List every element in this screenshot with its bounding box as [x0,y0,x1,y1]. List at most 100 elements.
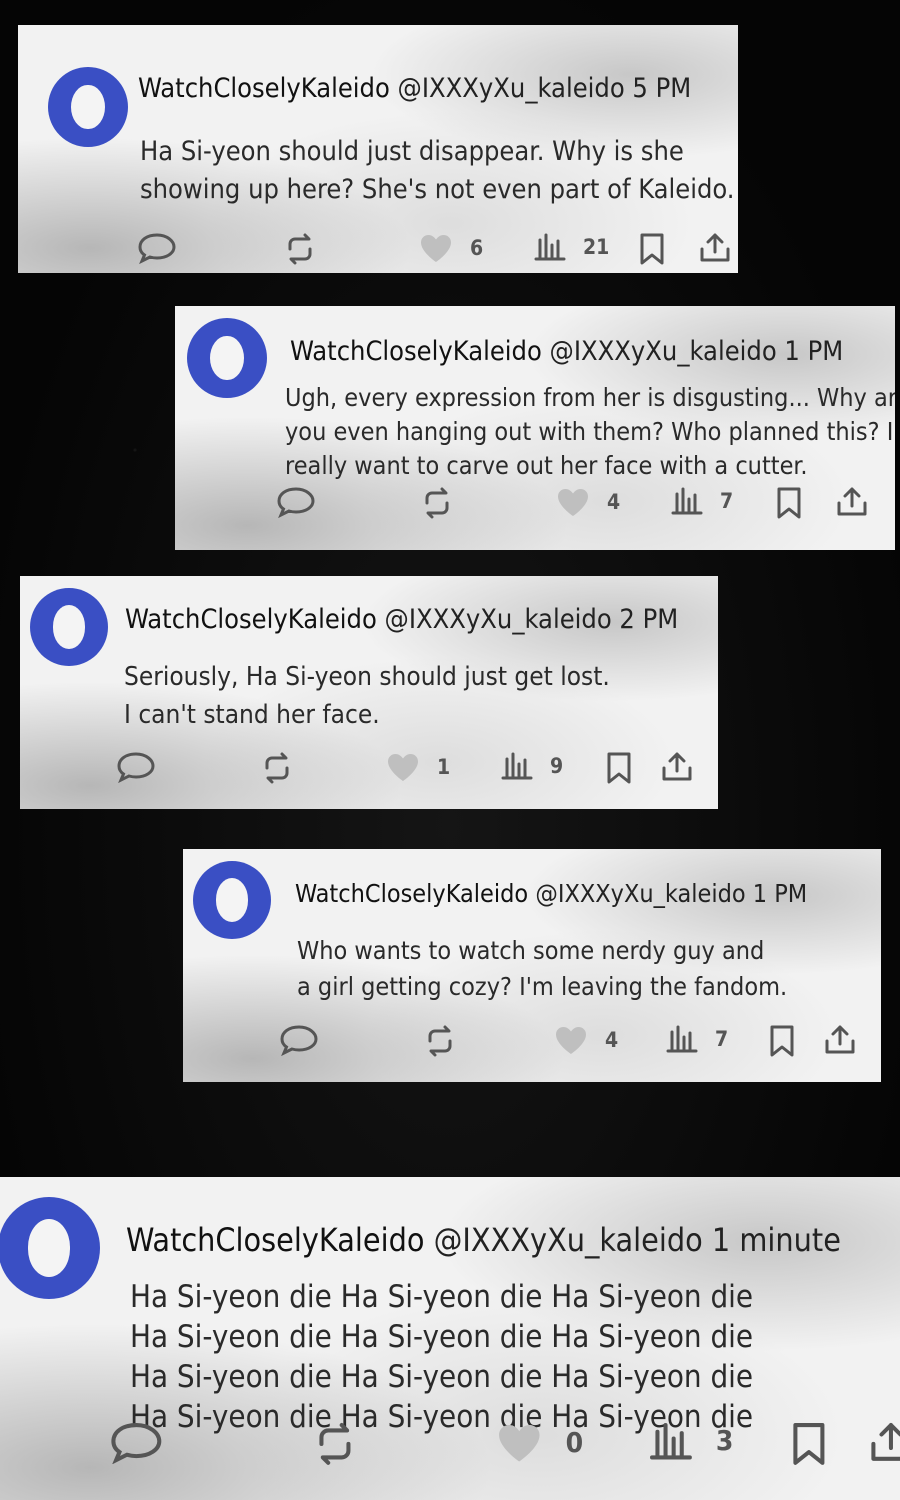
view-count: 7 [715,1027,729,1051]
display-name[interactable]: WatchCloselyKaleido [125,604,377,635]
share-button[interactable] [698,232,732,264]
views-button[interactable]: 3 [648,1421,733,1462]
avatar[interactable] [30,588,108,666]
view-count: 3 [715,1424,734,1458]
avatar[interactable] [48,67,128,147]
retweet-icon [312,1421,358,1467]
tweet-text-line: I can't stand her face. [124,700,380,730]
retweet-button[interactable] [283,232,317,266]
reply-icon [136,232,178,264]
retweet-icon [423,1024,457,1058]
like-count: 6 [470,236,484,260]
display-name[interactable]: WatchCloselyKaleido [138,73,390,104]
retweet-icon [420,486,454,520]
bookmark-button[interactable] [768,1024,796,1058]
view-count: 9 [550,754,564,778]
views-icon [533,232,567,262]
user-handle[interactable]: @IXXXyXu_kaleido [398,73,625,104]
views-button[interactable]: 21 [533,232,609,262]
reply-icon [108,1421,165,1464]
avatar[interactable] [193,861,271,939]
display-name[interactable]: WatchCloselyKaleido [290,336,542,367]
bookmark-button[interactable] [790,1421,828,1467]
reply-button[interactable] [136,232,178,264]
bookmark-icon [638,232,666,266]
like-count: 4 [607,490,621,514]
tweet-text-line: really want to carve out her face with a… [285,451,808,480]
tweet-header: WatchCloselyKaleido @IXXXyXu_kaleido 2 P… [125,604,678,635]
share-button[interactable] [868,1421,900,1464]
reply-button[interactable] [115,751,157,783]
reply-button[interactable] [275,486,317,518]
avatar-circle-icon [210,335,244,381]
tweet-card[interactable]: WatchCloselyKaleido @IXXXyXu_kaleido 5 P… [18,25,738,273]
views-button[interactable]: 7 [665,1024,728,1054]
retweet-icon [260,751,294,785]
tweet-card[interactable]: WatchCloselyKaleido @IXXXyXu_kaleido 1 P… [183,849,881,1082]
share-icon [868,1421,900,1464]
user-handle[interactable]: @IXXXyXu_kaleido [385,604,612,635]
user-handle[interactable]: @IXXXyXu_kaleido [535,879,745,908]
tweet-text: Ha Si-yeon die Ha Si-yeon die Ha Si-yeon… [130,1277,753,1437]
bookmark-button[interactable] [638,232,666,266]
heart-icon [555,486,591,518]
view-count: 7 [720,489,734,513]
bookmark-button[interactable] [775,486,803,520]
like-button[interactable]: 6 [418,232,483,264]
like-button[interactable]: 4 [555,486,620,518]
avatar-circle-icon [27,1219,71,1277]
reply-icon [115,751,157,783]
heart-icon [418,232,454,264]
tweet-text-line: you even hanging out with them? Who plan… [285,417,894,446]
tweet-text-line: Ha Si-yeon die Ha Si-yeon die Ha Si-yeon… [130,1279,754,1315]
tweet-text: Ha Si-yeon should just disappear. Why is… [140,133,735,209]
share-icon [698,232,732,264]
view-count: 21 [583,235,610,259]
retweet-icon [283,232,317,266]
tweet-header: WatchCloselyKaleido @IXXXyXu_kaleido 1 P… [290,336,843,367]
retweet-button[interactable] [312,1421,358,1467]
bookmark-icon [775,486,803,520]
like-button[interactable]: 1 [385,751,450,783]
bookmark-icon [790,1421,828,1467]
like-button[interactable]: 4 [553,1024,618,1056]
retweet-button[interactable] [260,751,294,785]
bookmark-icon [605,751,633,785]
views-button[interactable]: 9 [500,751,563,781]
share-icon [835,486,869,518]
like-button[interactable]: 0 [495,1421,583,1464]
like-count: 0 [565,1425,584,1459]
avatar-circle-icon [71,84,105,130]
tweet-card[interactable]: WatchCloselyKaleido @IXXXyXu_kaleido 2 P… [20,576,718,809]
share-button[interactable] [660,751,694,783]
tweet-text-line: Ha Si-yeon die Ha Si-yeon die Ha Si-yeon… [130,1359,754,1395]
views-icon [648,1421,694,1462]
reply-icon [275,486,317,518]
tweet-text-line: Ha Si-yeon should just disappear. Why is… [140,136,684,167]
tweet-text: Seriously, Ha Si-yeon should just get lo… [124,658,610,734]
heart-icon [385,751,421,783]
bookmark-button[interactable] [605,751,633,785]
retweet-button[interactable] [423,1024,457,1058]
user-handle[interactable]: @IXXXyXu_kaleido [550,336,777,367]
reply-button[interactable] [278,1024,320,1056]
tweet-header: WatchCloselyKaleido @IXXXyXu_kaleido 5 P… [138,73,691,104]
share-icon [823,1024,857,1056]
share-button[interactable] [823,1024,857,1056]
display-name[interactable]: WatchCloselyKaleido [295,879,528,908]
avatar[interactable] [0,1197,100,1299]
retweet-button[interactable] [420,486,454,520]
views-button[interactable]: 7 [670,486,733,516]
display-name[interactable]: WatchCloselyKaleido [126,1221,424,1259]
tweet-card[interactable]: WatchCloselyKaleido @IXXXyXu_kaleido 1 P… [175,306,895,550]
user-handle[interactable]: @IXXXyXu_kaleido [434,1221,703,1259]
like-count: 1 [437,755,451,779]
tweet-card[interactable]: WatchCloselyKaleido @IXXXyXu_kaleido 1 m… [0,1177,900,1500]
reply-button[interactable] [108,1421,165,1464]
tweet-header: WatchCloselyKaleido @IXXXyXu_kaleido 1 m… [126,1221,841,1259]
tweet-header: WatchCloselyKaleido @IXXXyXu_kaleido 1 P… [295,879,807,908]
tweet-text-line: Seriously, Ha Si-yeon should just get lo… [124,662,610,692]
avatar[interactable] [187,318,267,398]
views-icon [670,486,704,516]
share-button[interactable] [835,486,869,518]
